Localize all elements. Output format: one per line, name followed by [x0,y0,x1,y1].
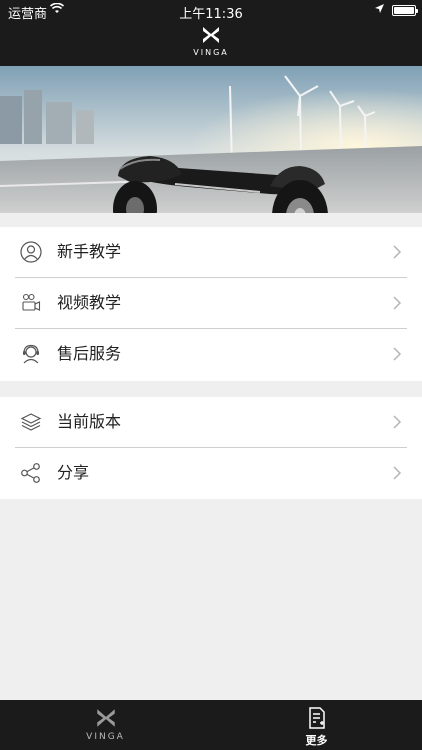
menu-item-video-tutorial[interactable]: 视频教学 [0,278,422,329]
chevron-right-icon [393,245,402,259]
chevron-right-icon [393,415,402,429]
menu-item-after-sales[interactable]: 售后服务 [0,329,422,380]
status-bar: 运营商 上午11:36 [0,0,422,22]
support-agent-icon [23,344,39,364]
tab-label: 更多 [305,734,328,747]
vinga-logo-icon [96,709,115,727]
tab-bar: VINGA 更多 [0,700,422,750]
menu-item-beginner-tutorial[interactable]: 新手教学 [0,227,422,278]
menu-item-label: 当前版本 [57,412,122,431]
menu-item-label: 售后服务 [57,344,122,363]
menu-item-label: 新手教学 [57,242,122,261]
tab-label: VINGA [86,732,125,742]
chevron-right-icon [393,466,402,480]
menu-group-learning: 新手教学 视频教学 售后服务 [0,227,422,381]
top-bar: 运营商 上午11:36 VINGA [0,0,422,66]
tab-home[interactable]: VINGA [0,700,211,750]
menu-group-app: 当前版本 分享 [0,397,422,499]
video-camera-icon [22,293,41,311]
brand-wordmark: VINGA [193,48,229,57]
layers-icon [20,413,42,431]
chevron-right-icon [393,296,402,310]
tab-more[interactable]: 更多 [211,700,422,750]
menu-item-label: 分享 [57,463,90,482]
clock: 上午11:36 [179,7,243,22]
vinga-logo-icon [203,27,219,43]
document-add-icon [308,707,325,729]
battery-icon [392,5,418,16]
brand-logo: VINGA [0,24,422,57]
menu-item-label: 视频教学 [57,293,122,312]
person-icon [20,241,42,263]
hoverboard-image [0,66,422,213]
hero-banner [0,66,422,213]
location-arrow-icon [374,3,385,17]
share-icon [21,463,40,483]
menu-item-current-version[interactable]: 当前版本 [0,397,422,448]
menu-item-share[interactable]: 分享 [0,448,422,499]
chevron-right-icon [393,347,402,361]
